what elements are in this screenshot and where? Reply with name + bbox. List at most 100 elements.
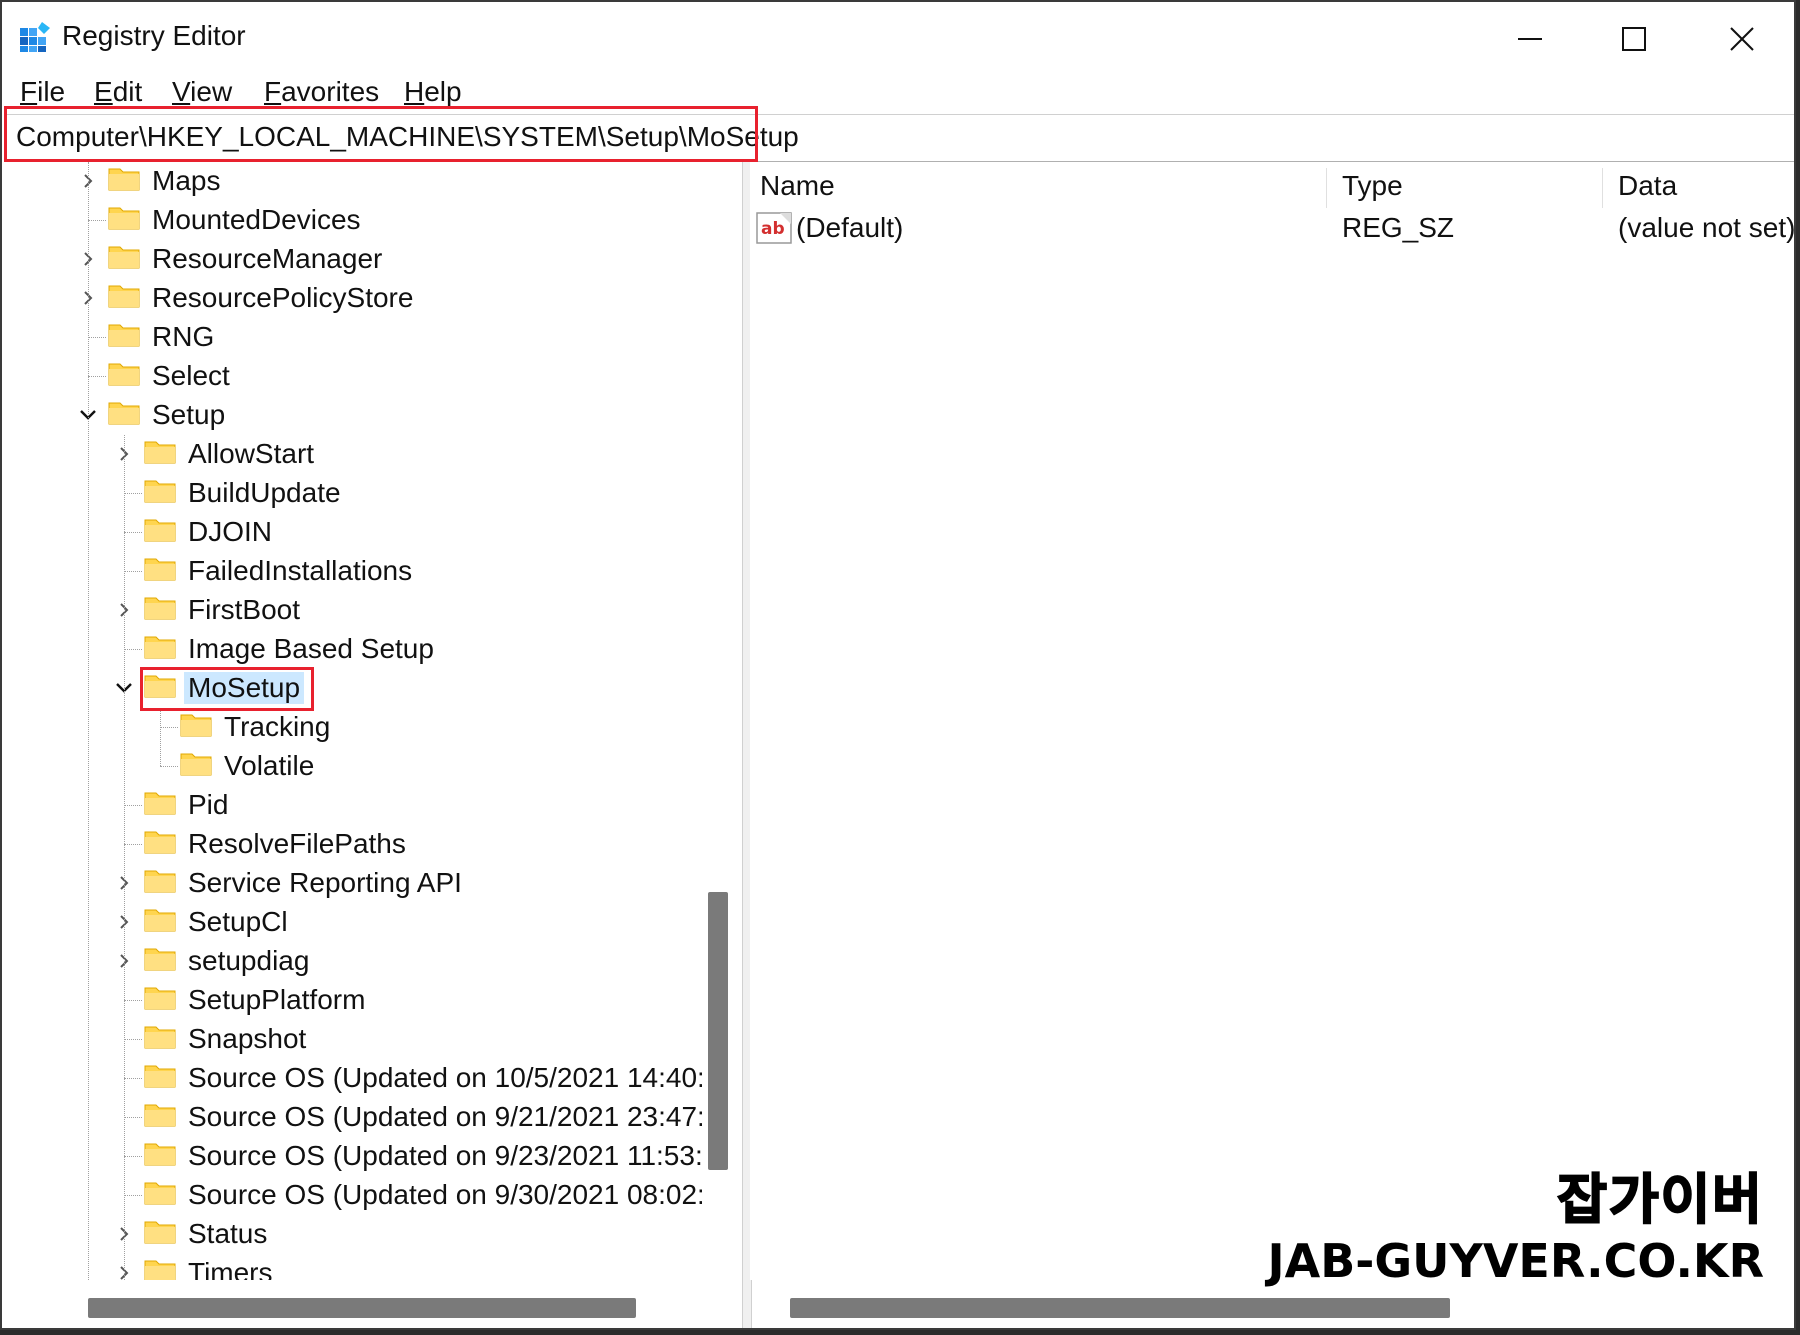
tree-item[interactable]: Service Reporting API: [110, 864, 466, 902]
tree-item[interactable]: FirstBoot: [110, 591, 304, 629]
tree-item[interactable]: ResolveFilePaths: [110, 825, 410, 863]
column-header-name[interactable]: Name: [760, 170, 835, 202]
tree-item[interactable]: SetupPlatform: [110, 981, 369, 1019]
tree-item-label: Snapshot: [188, 1023, 307, 1054]
folder-icon: [144, 516, 184, 549]
tree-item-label: ResourcePolicyStore: [152, 282, 414, 313]
tree-horizontal-scroll-thumb[interactable]: [88, 1298, 636, 1318]
folder-icon: [144, 945, 184, 978]
folder-icon: [108, 399, 148, 432]
tree-item-label: Volatile: [224, 750, 315, 781]
tree-connector: [124, 571, 142, 572]
tree-item[interactable]: setupdiag: [110, 942, 313, 980]
column-separator[interactable]: [1602, 168, 1603, 208]
tree-item[interactable]: MountedDevices: [74, 201, 365, 239]
tree-item[interactable]: Source OS (Updated on 9/21/2021 23:47:1: [110, 1098, 724, 1136]
tree-item-label: ResolveFilePaths: [188, 828, 406, 859]
tree-connector: [160, 727, 178, 728]
tree-item-label: SetupPlatform: [188, 984, 366, 1015]
value-row[interactable]: ab (Default) REG_SZ (value not set): [750, 208, 1796, 248]
tree-item-label: SetupCl: [188, 906, 288, 937]
tree-item[interactable]: ResourcePolicyStore: [74, 279, 417, 317]
column-header-data[interactable]: Data: [1618, 170, 1677, 202]
tree-guide-line: [88, 162, 89, 1280]
tree-item-label: Select: [152, 360, 230, 391]
tree-item-label: ResourceManager: [152, 243, 383, 274]
tree-connector: [88, 376, 106, 377]
values-list[interactable]: Name Type Data ab (Default) REG_SZ (valu…: [750, 162, 1796, 1280]
folder-icon: [108, 282, 148, 315]
folder-icon: [144, 477, 184, 510]
tree-guide-line: [124, 435, 125, 1280]
menu-file[interactable]: File: [20, 76, 65, 108]
selected-key-highlight-box: [140, 667, 314, 711]
tree-connector: [124, 805, 142, 806]
folder-icon: [144, 555, 184, 588]
tree-item[interactable]: Setup: [74, 396, 229, 434]
maximize-icon: [1622, 27, 1646, 51]
minimize-button[interactable]: [1480, 10, 1580, 68]
tree-item[interactable]: Status: [110, 1215, 271, 1253]
tree-item-label: BuildUpdate: [188, 477, 341, 508]
tree-connector: [160, 766, 178, 767]
tree-item[interactable]: BuildUpdate: [110, 474, 345, 512]
tree-item[interactable]: SetupCl: [110, 903, 292, 941]
menu-help[interactable]: Help: [404, 76, 462, 108]
value-type: REG_SZ: [1342, 212, 1455, 243]
tree-item-label: FirstBoot: [188, 594, 301, 625]
close-icon: [1730, 27, 1754, 51]
tree-item-label: Service Reporting API: [188, 867, 462, 898]
tree-item-label: FailedInstallations: [188, 555, 413, 586]
minimize-icon: [1518, 38, 1542, 40]
tree-item[interactable]: ResourceManager: [74, 240, 386, 278]
folder-icon: [144, 633, 184, 666]
tree-connector: [88, 220, 106, 221]
registry-editor-window: Registry Editor File Edit View Favorites…: [0, 0, 1796, 1330]
menu-view[interactable]: View: [172, 76, 232, 108]
tree-connector: [124, 1117, 142, 1118]
folder-icon: [144, 1140, 184, 1173]
folder-icon: [144, 594, 184, 627]
tree-guide-line: [160, 708, 161, 766]
folder-icon: [180, 711, 220, 744]
key-tree[interactable]: Maps MountedDevices ResourceManager Resourc…: [2, 162, 742, 1280]
column-separator[interactable]: [1326, 168, 1327, 208]
folder-icon: [144, 789, 184, 822]
tree-item-label: Image Based Setup: [188, 633, 434, 664]
regedit-icon: [20, 22, 50, 52]
close-button[interactable]: [1692, 10, 1792, 68]
title-bar[interactable]: Registry Editor: [2, 2, 1794, 74]
folder-icon: [144, 1218, 184, 1251]
maximize-button[interactable]: [1584, 10, 1684, 68]
tree-item-label: DJOIN: [188, 516, 272, 547]
tree-item-label: MountedDevices: [152, 204, 361, 235]
folder-icon: [108, 165, 148, 198]
tree-item[interactable]: Source OS (Updated on 9/30/2021 08:02:5: [110, 1176, 724, 1214]
value-data: (value not set): [1618, 212, 1796, 243]
tree-item[interactable]: AllowStart: [110, 435, 318, 473]
list-horizontal-scroll-thumb[interactable]: [790, 1298, 1450, 1318]
watermark-url: JAB-GUYVER.CO.KR: [1267, 1234, 1764, 1288]
folder-icon: [144, 1257, 184, 1280]
tree-item[interactable]: Maps: [74, 162, 224, 200]
tree-item-label: Timers: [188, 1257, 273, 1280]
menu-favorites[interactable]: Favorites: [264, 76, 379, 108]
tree-connector: [124, 1078, 142, 1079]
tree-item[interactable]: Image Based Setup: [110, 630, 438, 668]
menu-edit[interactable]: Edit: [94, 76, 142, 108]
folder-icon: [144, 906, 184, 939]
tree-item[interactable]: Source OS (Updated on 9/23/2021 11:53:5: [110, 1137, 722, 1175]
folder-icon: [144, 1101, 184, 1134]
tree-item[interactable]: FailedInstallations: [110, 552, 416, 590]
folder-icon: [144, 828, 184, 861]
tree-item-label: Source OS (Updated on 10/5/2021 14:40:2: [188, 1062, 721, 1093]
column-header-type[interactable]: Type: [1342, 170, 1403, 202]
folder-icon: [180, 750, 220, 783]
folder-icon: [144, 984, 184, 1017]
tree-connector: [124, 532, 142, 533]
tree-item-label: setupdiag: [188, 945, 310, 976]
svg-text:ab: ab: [761, 219, 785, 239]
tree-item[interactable]: Source OS (Updated on 10/5/2021 14:40:2: [110, 1059, 724, 1097]
tree-item[interactable]: Timers: [110, 1254, 277, 1280]
tree-vertical-scroll-thumb[interactable]: [708, 892, 728, 1170]
